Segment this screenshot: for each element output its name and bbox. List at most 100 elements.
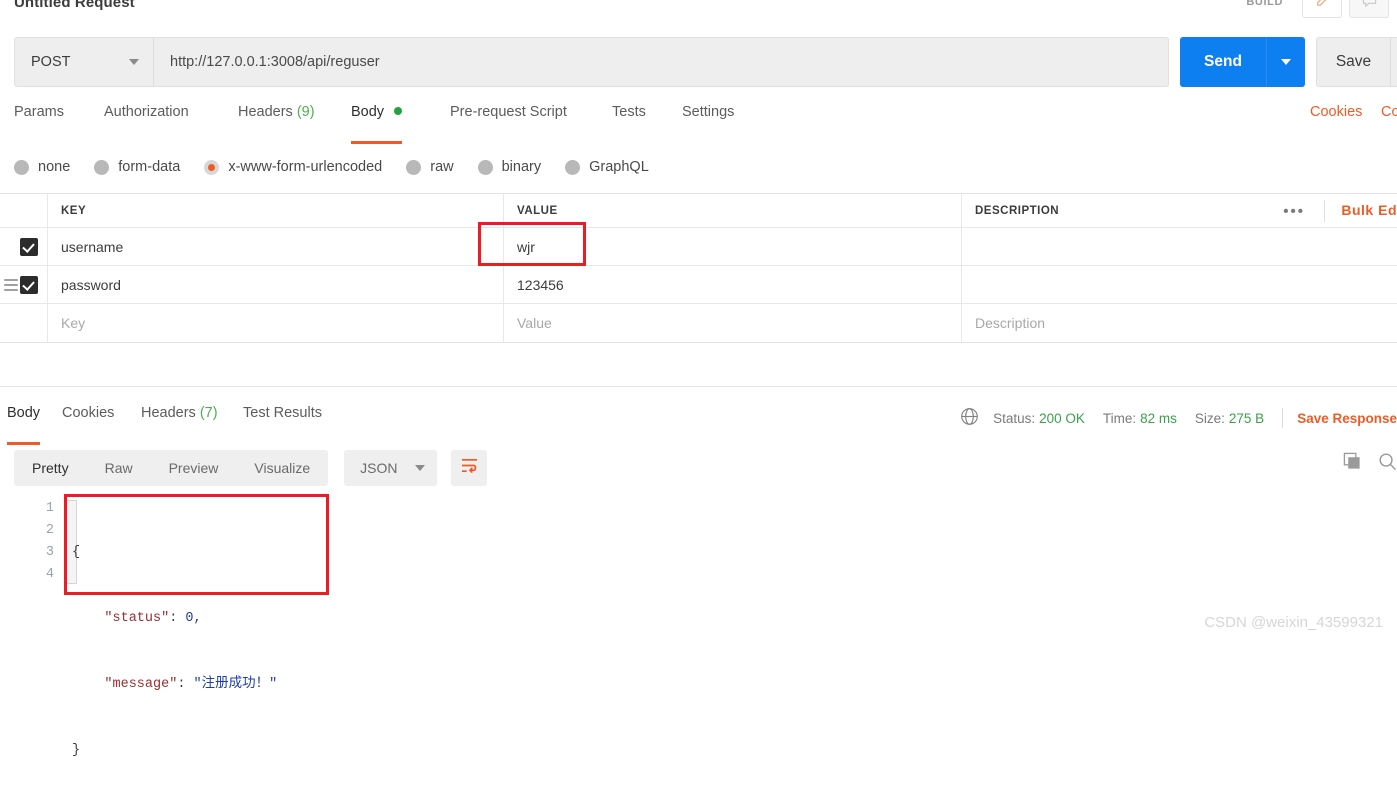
tab-label: Tests xyxy=(612,104,646,120)
row-description-cell[interactable] xyxy=(962,228,1397,265)
body-params-table: KEY VALUE DESCRIPTION ••• Bulk Ed userna… xyxy=(0,193,1397,343)
url-input[interactable]: http://127.0.0.1:3008/api/reguser xyxy=(154,38,1168,86)
globe-icon[interactable] xyxy=(960,407,979,429)
active-tab-underline xyxy=(7,442,41,445)
bulk-edit-link[interactable]: Bulk Ed xyxy=(1341,202,1397,218)
view-mode-visualize[interactable]: Visualize xyxy=(236,450,328,486)
tab-params[interactable]: Params xyxy=(14,104,64,140)
send-options-button[interactable] xyxy=(1267,59,1305,65)
copy-icon[interactable] xyxy=(1343,452,1362,476)
save-button[interactable]: Save xyxy=(1316,37,1397,87)
http-method-select[interactable]: POST xyxy=(15,38,154,86)
comment-icon xyxy=(1350,0,1388,8)
row-key-cell[interactable]: password xyxy=(48,266,504,303)
view-mode-pretty[interactable]: Pretty xyxy=(14,450,87,486)
code-content: { "status": 0, "message": "注册成功！" } xyxy=(72,498,277,806)
body-type-none[interactable]: none xyxy=(14,159,70,175)
radio-label: GraphQL xyxy=(589,159,649,175)
tab-pre-request-script[interactable]: Pre-request Script xyxy=(450,104,567,140)
response-tab-body[interactable]: Body xyxy=(7,405,41,445)
line-number: 4 xyxy=(45,567,54,582)
checkbox-checked-icon[interactable] xyxy=(20,237,38,256)
response-view-modes: Pretty Raw Preview Visualize xyxy=(14,450,329,486)
tab-label: Body xyxy=(351,104,385,120)
tab-label: Cookies xyxy=(62,405,115,421)
header-description: DESCRIPTION xyxy=(975,204,1060,217)
row-value-cell[interactable]: wjr xyxy=(504,228,962,265)
active-tab-underline xyxy=(351,141,403,144)
body-type-form-data[interactable]: form-data xyxy=(94,159,180,175)
new-key-input[interactable]: Key xyxy=(48,304,504,342)
radio-label: none xyxy=(38,159,71,175)
save-response-link[interactable]: Save Response xyxy=(1297,411,1397,426)
request-title-bar: Untitled Request BUILD xyxy=(0,0,1397,20)
comment-button[interactable] xyxy=(1349,0,1389,18)
drag-handle-icon[interactable] xyxy=(4,278,18,291)
response-status-bar: Status: 200 OK Time: 82 ms Size: 275 B Save… xyxy=(960,407,1397,429)
row-checkbox-cell[interactable] xyxy=(0,304,48,342)
response-size: Size: 275 B xyxy=(1195,411,1264,426)
header-checkbox-cell xyxy=(0,194,48,227)
row-value-cell[interactable]: 123456 xyxy=(504,266,962,303)
table-row[interactable]: username wjr xyxy=(0,228,1397,266)
new-description-placeholder: Description xyxy=(975,315,1046,331)
tab-label: Params xyxy=(14,104,64,120)
response-tab-headers[interactable]: Headers (7) xyxy=(141,405,218,441)
edit-request-button[interactable] xyxy=(1302,0,1342,18)
tab-label: Headers xyxy=(238,104,293,120)
table-row[interactable]: password 123456 xyxy=(0,266,1397,304)
pencil-icon xyxy=(1303,0,1341,8)
table-options-menu-icon[interactable]: ••• xyxy=(1283,203,1305,220)
search-icon[interactable] xyxy=(1378,452,1397,476)
time-label: Time: xyxy=(1102,410,1137,426)
code-line: "message": "注册成功！" xyxy=(104,677,278,692)
code-link[interactable]: Co xyxy=(1381,104,1397,120)
tab-authorization[interactable]: Authorization xyxy=(104,104,189,140)
table-row-empty[interactable]: Key Value Description xyxy=(0,304,1397,342)
new-value-input[interactable]: Value xyxy=(504,304,962,342)
row-key: username xyxy=(61,238,124,255)
response-tab-test-results[interactable]: Test Results xyxy=(243,405,322,441)
row-key-cell[interactable]: username xyxy=(48,228,504,265)
radio-icon xyxy=(565,159,581,175)
save-button-label: Save xyxy=(1317,38,1391,86)
new-key-placeholder: Key xyxy=(61,315,86,331)
row-value: wjr xyxy=(517,238,535,255)
checkbox-checked-icon[interactable] xyxy=(20,275,38,294)
word-wrap-button[interactable] xyxy=(451,450,488,486)
code-line: } xyxy=(72,743,81,758)
status-code: Status: 200 OK xyxy=(993,411,1085,426)
view-mode-raw[interactable]: Raw xyxy=(87,450,151,486)
response-format-value: JSON xyxy=(360,460,398,476)
response-tab-cookies[interactable]: Cookies xyxy=(62,405,114,441)
response-time: Time: 82 ms xyxy=(1103,411,1177,426)
header-description-cell: DESCRIPTION ••• Bulk Ed xyxy=(962,194,1397,227)
tab-body[interactable]: Body xyxy=(351,104,403,144)
body-type-binary[interactable]: binary xyxy=(477,159,541,175)
line-number: 1 xyxy=(45,501,54,516)
view-mode-preview[interactable]: Preview xyxy=(151,450,237,486)
word-wrap-icon xyxy=(460,457,479,479)
cookies-link[interactable]: Cookies xyxy=(1310,104,1362,120)
radio-label: raw xyxy=(430,159,454,175)
body-type-x-www-form-urlencoded[interactable]: x-www-form-urlencoded xyxy=(204,159,382,175)
panel-divider xyxy=(0,386,1397,387)
watermark: CSDN @weixin_43599321 xyxy=(1204,614,1383,631)
row-checkbox-cell[interactable] xyxy=(0,266,48,303)
tab-tests[interactable]: Tests xyxy=(612,104,646,140)
new-description-input[interactable]: Description xyxy=(962,304,1397,342)
tab-label: Authorization xyxy=(104,104,189,120)
status-value: 200 OK xyxy=(1039,410,1085,426)
tab-settings[interactable]: Settings xyxy=(682,104,734,140)
build-label: BUILD xyxy=(1246,0,1283,8)
body-type-graphql[interactable]: GraphQL xyxy=(565,159,649,175)
body-type-raw[interactable]: raw xyxy=(406,159,454,175)
row-description-cell[interactable] xyxy=(962,266,1397,303)
tab-headers[interactable]: Headers (9) xyxy=(238,104,315,140)
response-format-select[interactable]: JSON xyxy=(344,450,438,486)
save-options-button[interactable] xyxy=(1391,59,1397,65)
send-button[interactable]: Send xyxy=(1180,37,1305,87)
row-checkbox-cell[interactable] xyxy=(0,228,48,265)
line-number: 3 xyxy=(45,545,54,560)
status-label: Status: xyxy=(993,410,1036,426)
